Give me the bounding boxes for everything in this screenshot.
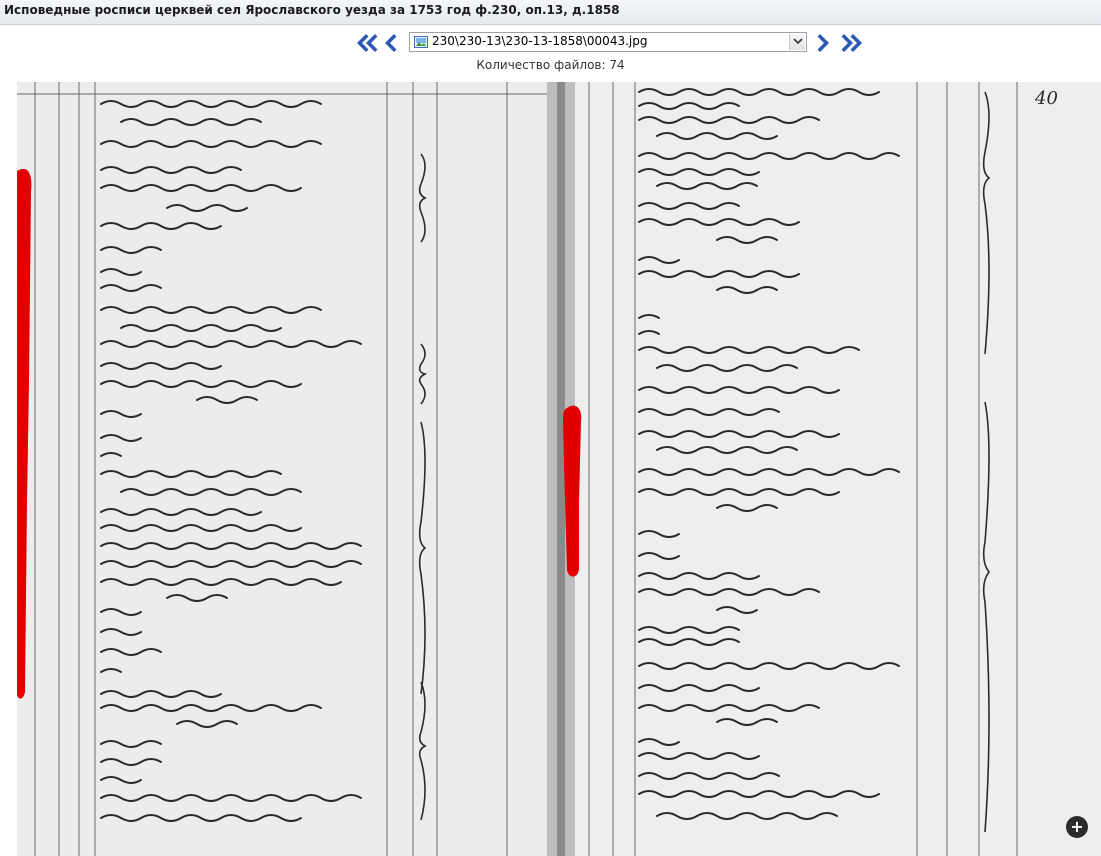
zoom-plus-icon: +	[1070, 817, 1084, 836]
chevron-left-icon	[385, 34, 397, 52]
double-chevron-left-icon	[357, 34, 378, 52]
file-select[interactable]: 230\230-13\230-13-1858\00043.jpg	[409, 32, 807, 52]
chevron-right-icon	[817, 34, 829, 52]
first-page-button[interactable]	[354, 31, 378, 55]
next-page-button[interactable]	[815, 31, 833, 55]
file-count: Количество файлов: 74	[476, 58, 625, 72]
navigation-toolbar: 230\230-13\230-13-1858\00043.jpg Количес…	[0, 25, 1101, 81]
chevron-down-icon	[792, 38, 803, 45]
file-select-value: 230\230-13\230-13-1858\00043.jpg	[432, 34, 648, 48]
title-bar: Исповедные росписи церквей сел Ярославск…	[0, 0, 1101, 25]
left-page	[17, 82, 557, 856]
page-number: 40	[1034, 88, 1058, 109]
prev-page-button[interactable]	[381, 31, 399, 55]
document-viewer[interactable]: 40	[17, 82, 1101, 856]
double-chevron-right-icon	[841, 34, 862, 52]
document-title: Исповедные росписи церквей сел Ярославск…	[4, 3, 620, 17]
image-file-icon	[414, 36, 428, 48]
manuscript-scan: 40	[17, 82, 1101, 856]
last-page-button[interactable]	[841, 31, 865, 55]
zoom-button[interactable]: +	[1066, 816, 1088, 838]
dropdown-arrow[interactable]	[789, 34, 805, 50]
